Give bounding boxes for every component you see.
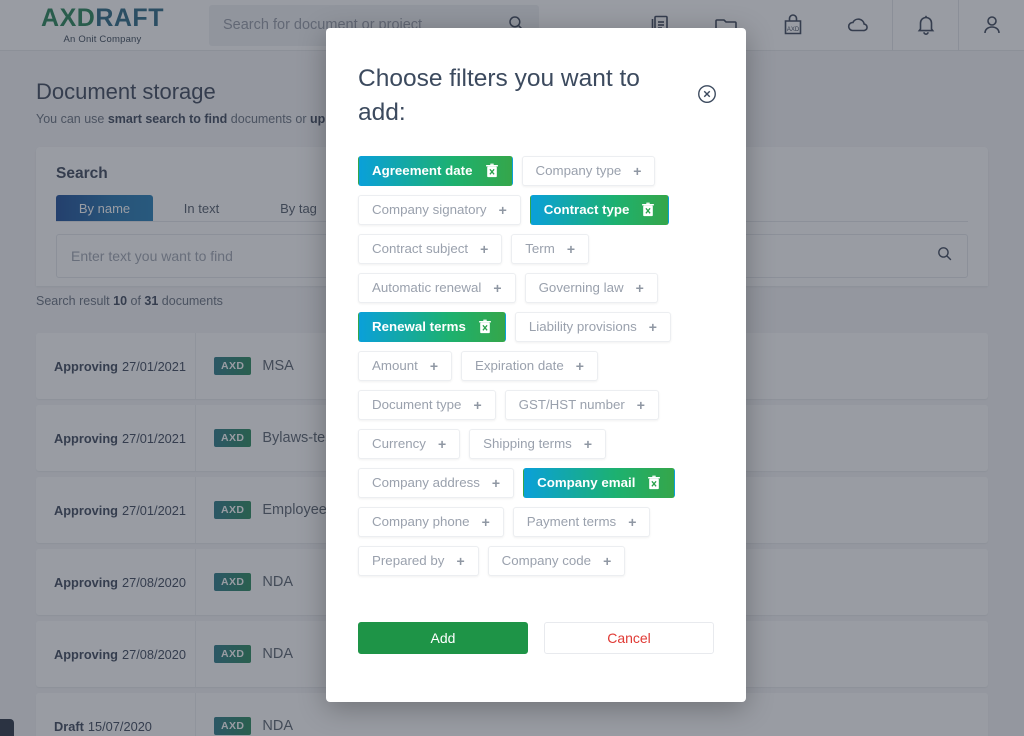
plus-icon[interactable]: + — [499, 202, 507, 218]
filter-chip-label: Governing law — [538, 280, 624, 296]
trash-icon[interactable] — [641, 202, 655, 217]
plus-icon[interactable]: + — [430, 358, 438, 374]
close-circle-icon[interactable] — [696, 83, 718, 105]
filter-chip-label: Company signatory — [372, 202, 487, 218]
filter-chip-renewal-terms[interactable]: Renewal terms — [358, 311, 506, 342]
add-button[interactable]: Add — [358, 622, 528, 654]
plus-icon[interactable]: + — [584, 436, 592, 452]
filter-chip-label: Contract type — [543, 202, 630, 218]
filter-chip-shipping-terms[interactable]: Shipping terms + — [469, 428, 607, 459]
filter-chip-agreement-date[interactable]: Agreement date — [358, 155, 513, 186]
plus-icon[interactable]: + — [480, 241, 488, 257]
filter-chip-label: Amount — [372, 358, 418, 374]
plus-icon[interactable]: + — [473, 397, 481, 413]
plus-icon[interactable]: + — [567, 241, 575, 257]
plus-icon[interactable]: + — [603, 553, 611, 569]
filter-chip-document-type[interactable]: Document type + — [358, 389, 496, 420]
plus-icon[interactable]: + — [649, 319, 657, 335]
filter-chip-term[interactable]: Term + — [511, 233, 590, 264]
filter-chip-company-code[interactable]: Company code + — [487, 545, 626, 576]
filter-chip-label: Contract subject — [372, 241, 469, 257]
filter-chip-label: Payment terms — [526, 514, 617, 530]
filter-chip-currency[interactable]: Currency + — [358, 428, 461, 459]
filter-chip-gst-hst-number[interactable]: GST/HST number + — [504, 389, 659, 420]
filter-chip-label: Document type — [372, 397, 462, 413]
filter-chip-company-address[interactable]: Company address + — [358, 467, 515, 498]
filter-chip-label: Company address — [372, 475, 480, 491]
filter-chip-label: Term — [525, 241, 555, 257]
filter-chip-label: GST/HST number — [518, 397, 625, 413]
plus-icon[interactable]: + — [456, 553, 464, 569]
plus-icon[interactable]: + — [576, 358, 584, 374]
filter-chip-expiration-date[interactable]: Expiration date + — [461, 350, 598, 381]
filter-chip-label: Currency — [372, 436, 426, 452]
filter-chip-company-type[interactable]: Company type + — [521, 155, 656, 186]
filter-chip-liability-provisions[interactable]: Liability provisions + — [514, 311, 671, 342]
filter-chip-payment-terms[interactable]: Payment terms + — [512, 506, 651, 537]
filter-chip-list: Agreement date Company type + Company signa… — [358, 155, 714, 576]
plus-icon[interactable]: + — [482, 514, 490, 530]
filter-chip-label: Company email — [537, 475, 636, 491]
filter-chip-label: Automatic renewal — [372, 280, 482, 296]
filter-chip-label: Agreement date — [372, 163, 473, 179]
filter-chip-label: Prepared by — [372, 553, 445, 569]
plus-icon[interactable]: + — [438, 436, 446, 452]
filter-chip-contract-subject[interactable]: Contract subject + — [358, 233, 503, 264]
filter-chip-label: Liability provisions — [528, 319, 637, 335]
filter-chip-label: Expiration date — [475, 358, 564, 374]
filter-chip-amount[interactable]: Amount + — [358, 350, 453, 381]
trash-icon[interactable] — [485, 163, 499, 178]
trash-icon[interactable] — [478, 319, 492, 334]
filter-chip-company-signatory[interactable]: Company signatory + — [358, 194, 521, 225]
modal-action-row: Add Cancel — [358, 622, 714, 654]
filter-chip-company-phone[interactable]: Company phone + — [358, 506, 504, 537]
filter-chip-automatic-renewal[interactable]: Automatic renewal + — [358, 272, 516, 303]
plus-icon[interactable]: + — [492, 475, 500, 491]
cancel-button[interactable]: Cancel — [544, 622, 714, 654]
filter-chip-label: Company code — [501, 553, 592, 569]
plus-icon[interactable]: + — [633, 163, 641, 179]
plus-icon[interactable]: + — [636, 280, 644, 296]
filter-chip-label: Company phone — [372, 514, 470, 530]
plus-icon[interactable]: + — [628, 514, 636, 530]
choose-filters-modal: Choose filters you want to add: Agreemen… — [326, 28, 746, 702]
plus-icon[interactable]: + — [637, 397, 645, 413]
screen: AXDRAFT An Onit Company Search for docum… — [0, 0, 1024, 736]
trash-icon[interactable] — [647, 475, 661, 490]
filter-chip-contract-type[interactable]: Contract type — [529, 194, 670, 225]
plus-icon[interactable]: + — [493, 280, 501, 296]
filter-chip-label: Company type — [535, 163, 622, 179]
filter-chip-label: Shipping terms — [483, 436, 572, 452]
filter-chip-label: Renewal terms — [372, 319, 466, 335]
filter-chip-prepared-by[interactable]: Prepared by + — [358, 545, 479, 576]
filter-chip-company-email[interactable]: Company email — [523, 467, 676, 498]
modal-title: Choose filters you want to add: — [358, 65, 640, 126]
filter-chip-governing-law[interactable]: Governing law + — [524, 272, 658, 303]
